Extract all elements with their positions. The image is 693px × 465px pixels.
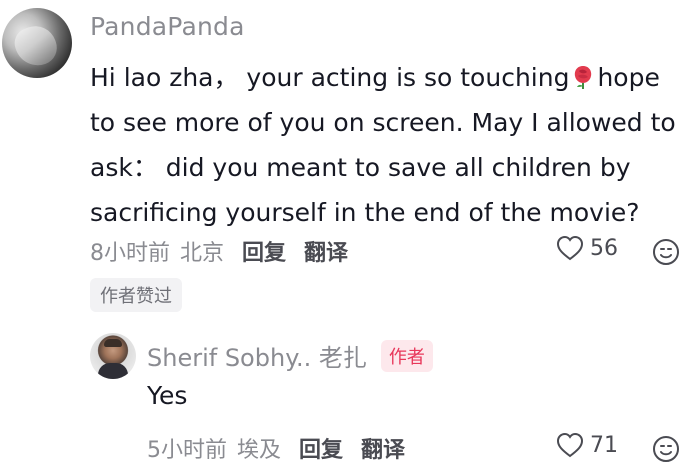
like-button[interactable]: 56	[556, 235, 618, 261]
comment-meta: 8小时前 北京 回复 翻译	[90, 234, 348, 268]
comment-text: Hi lao zha， your acting is so touching h…	[90, 55, 690, 235]
heart-icon	[556, 432, 584, 458]
comment-text-part1: Hi lao zha， your acting is so touching	[90, 63, 570, 92]
reply-reply-button[interactable]: 回复	[299, 432, 343, 464]
avatar-image	[10, 20, 62, 72]
author-liked-badge: 作者赞过	[90, 278, 182, 312]
comment-time: 8小时前	[90, 241, 170, 266]
reply-like-count: 71	[590, 432, 618, 458]
reply-button[interactable]: 回复	[242, 235, 286, 267]
comment-location: 北京	[180, 241, 225, 266]
replier-username[interactable]: Sherif Sobhy.. 老扎	[147, 338, 367, 373]
reply-location: 埃及	[237, 438, 282, 463]
reply-meta: 5小时前 埃及 回复 翻译	[147, 431, 405, 465]
heart-icon	[556, 235, 584, 261]
emoji-icon[interactable]	[652, 435, 680, 463]
translate-button[interactable]: 翻译	[304, 235, 348, 267]
like-count: 56	[590, 235, 618, 261]
commenter-avatar[interactable]	[2, 8, 72, 78]
reply-header: Sherif Sobhy.. 老扎 作者	[147, 338, 433, 373]
rose-icon	[575, 66, 592, 89]
author-tag: 作者	[380, 339, 433, 372]
avatar-hair	[104, 339, 122, 347]
commenter-username[interactable]: PandaPanda	[90, 12, 245, 41]
reply-text: Yes	[147, 381, 188, 410]
avatar-suit	[98, 363, 128, 379]
reply-translate-button[interactable]: 翻译	[361, 432, 405, 464]
reply-like-button[interactable]: 71	[556, 432, 618, 458]
reply-time: 5小时前	[147, 438, 227, 463]
replier-avatar[interactable]	[90, 333, 136, 379]
emoji-icon[interactable]	[652, 238, 680, 266]
